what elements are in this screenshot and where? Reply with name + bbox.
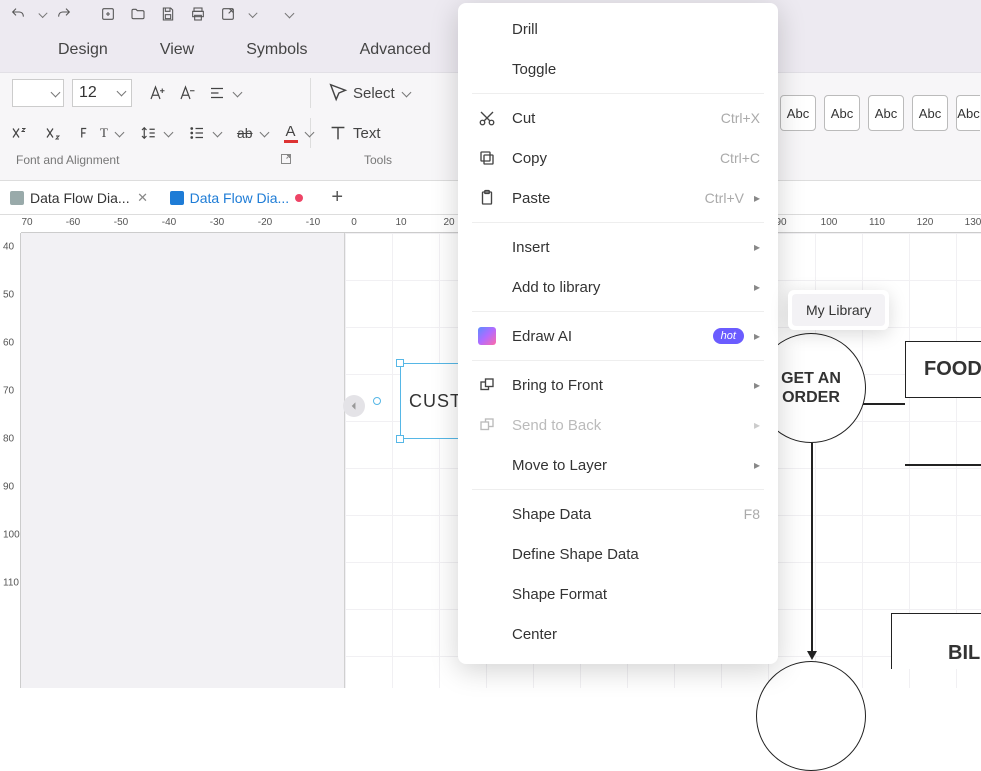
ctx-shape-data[interactable]: Shape DataF8 [458,494,778,534]
ctx-add-to-library[interactable]: Add to library▸ [458,267,778,307]
shape-food[interactable]: FOOD [905,341,981,398]
ctx-insert[interactable]: Insert▸ [458,227,778,267]
superscript-button[interactable] [4,118,34,148]
menu-advanced[interactable]: Advanced [334,41,457,59]
increase-font-button[interactable] [142,78,172,108]
text-tool-label: Text [353,125,381,142]
add-tab-button[interactable]: + [323,186,351,209]
ctx-cut[interactable]: CutCtrl+X [458,98,778,138]
redo-button[interactable] [52,2,76,26]
tab-label: Data Flow Dia... [30,190,130,206]
ctx-center[interactable]: Center [458,614,778,654]
style-chip[interactable]: Abc [912,95,948,131]
edraw-ai-icon [476,325,498,347]
document-icon [170,191,184,205]
undo-dropdown[interactable] [36,2,46,26]
font-color-button[interactable]: A [278,118,319,148]
style-chip[interactable]: Abc [956,95,980,131]
shape-bill[interactable]: BIL [891,613,981,669]
font-size-select[interactable]: 12 [72,79,132,107]
unsaved-indicator-icon [295,194,303,202]
ctx-send-to-back: Send to Back▸ [458,405,778,445]
print-button[interactable] [186,2,210,26]
vertical-ruler: 40 50 60 70 80 90 100 110 [0,233,21,688]
text-case-button[interactable]: T [72,118,129,148]
submenu-add-to-library: My Library [788,290,889,330]
style-chip[interactable]: Abc [780,95,816,131]
style-chip[interactable]: Abc [824,95,860,131]
ctx-edraw-ai[interactable]: Edraw AI hot ▸ [458,316,778,356]
connector[interactable] [811,443,813,653]
ctx-toggle[interactable]: Toggle [458,49,778,89]
nav-left-icon[interactable] [343,395,365,417]
copy-icon [476,147,498,169]
decrease-font-button[interactable] [172,78,202,108]
hot-badge: hot [713,328,744,344]
bring-front-icon [476,374,498,396]
ctx-copy[interactable]: CopyCtrl+C [458,138,778,178]
tab-document-1[interactable]: Data Flow Dia... ✕ [0,181,160,214]
connection-point[interactable] [373,397,381,405]
close-tab-icon[interactable]: ✕ [136,191,150,205]
list-button[interactable] [182,118,227,148]
menu-symbols[interactable]: Symbols [220,41,333,59]
subscript-button[interactable] [38,118,68,148]
new-button[interactable] [96,2,120,26]
style-chip[interactable]: Abc [868,95,904,131]
ctx-define-shape-data[interactable]: Define Shape Data [458,534,778,574]
group-tools-label: Tools [300,153,450,167]
font-family-select[interactable] [12,79,64,107]
select-tool[interactable]: Select [321,78,416,108]
group-font-label: Font and Alignment [16,153,119,167]
shape-label: BIL [948,642,980,664]
shape-styles-row: Abc Abc Abc Abc Abc [770,95,980,131]
select-tool-label: Select [353,85,395,102]
tab-label: Data Flow Dia... [190,190,290,206]
ctx-bring-to-front[interactable]: Bring to Front▸ [458,365,778,405]
menu-design[interactable]: Design [32,41,134,59]
shape-label: FOOD [924,358,981,380]
ctx-shape-format[interactable]: Shape Format [458,574,778,614]
submenu-my-library[interactable]: My Library [792,294,885,326]
cut-icon [476,107,498,129]
arrowhead-icon [807,651,817,660]
context-menu: Drill Toggle CutCtrl+X CopyCtrl+C PasteC… [458,3,778,664]
send-back-icon [476,414,498,436]
customize-qat[interactable] [280,2,294,26]
canvas-margin [21,233,345,688]
ctx-paste[interactable]: PasteCtrl+V▸ [458,178,778,218]
font-size-value: 12 [79,84,97,102]
open-button[interactable] [126,2,150,26]
shape-prepare[interactable] [756,661,866,771]
resize-handle[interactable] [396,435,404,443]
ctx-move-to-layer[interactable]: Move to Layer▸ [458,445,778,485]
document-icon [10,191,24,205]
resize-handle[interactable] [396,359,404,367]
shape-label: CUST [409,391,462,412]
connector[interactable] [863,403,905,405]
tab-document-2[interactable]: Data Flow Dia... [160,181,314,214]
menu-view[interactable]: View [134,41,220,59]
strikethrough-button[interactable]: ab [231,118,274,148]
align-horizontal-button[interactable] [202,78,247,108]
text-tool[interactable]: Text [321,118,387,148]
export-button[interactable] [216,2,240,26]
connector[interactable] [905,464,981,466]
paste-icon [476,187,498,209]
undo-button[interactable] [6,2,30,26]
font-group-expand-icon[interactable] [280,153,292,168]
ctx-drill[interactable]: Drill [458,9,778,49]
line-spacing-button[interactable] [133,118,178,148]
export-dropdown[interactable] [246,2,256,26]
save-button[interactable] [156,2,180,26]
